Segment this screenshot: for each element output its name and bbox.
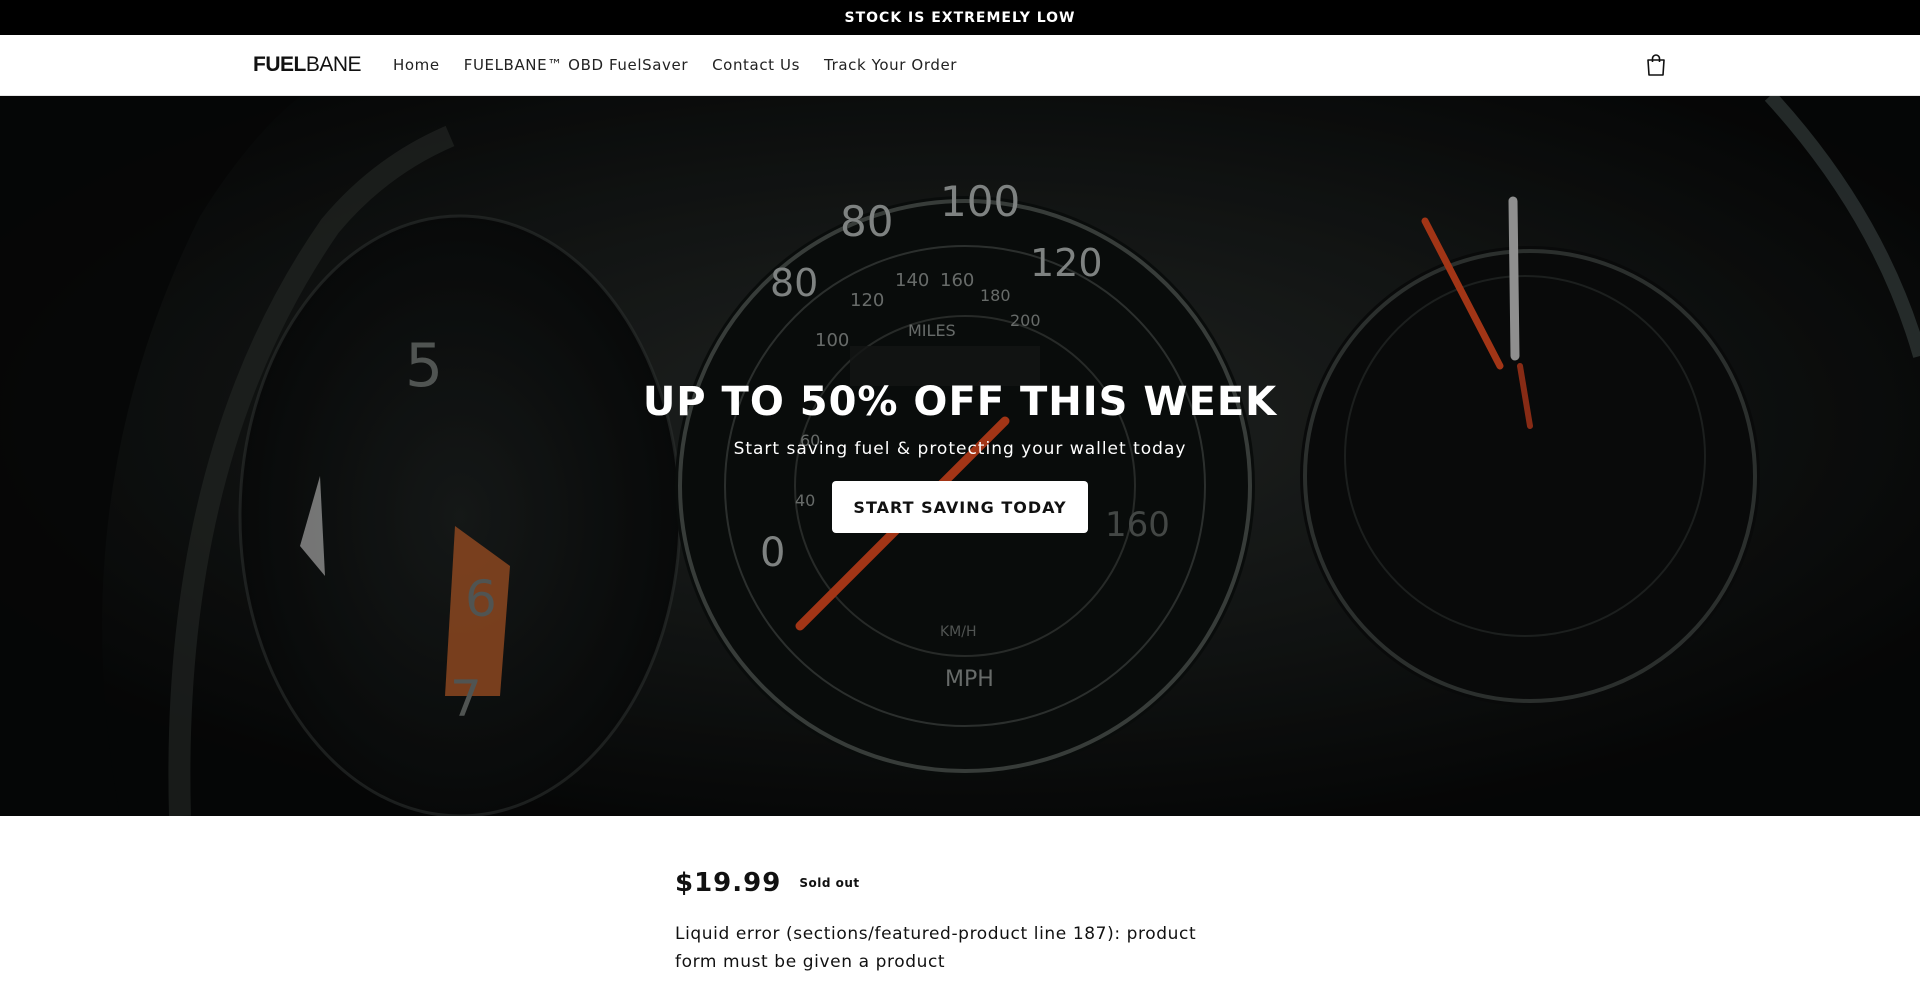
shopping-bag-icon (1647, 54, 1665, 76)
nav-home[interactable]: Home (393, 56, 440, 74)
sold-out-badge: Sold out (799, 876, 860, 890)
featured-product: $19.99 Sold out Liquid error (sections/f… (675, 868, 1275, 976)
liquid-error-message: Liquid error (sections/featured-product … (675, 924, 1197, 972)
hero-title: UP TO 50% OFF THIS WEEK (642, 379, 1278, 425)
price-row: $19.99 Sold out (675, 868, 1275, 898)
hero-content: UP TO 50% OFF THIS WEEK Start saving fue… (0, 96, 1920, 816)
nav-contact-us[interactable]: Contact Us (712, 56, 800, 74)
product-price: $19.99 (675, 868, 782, 898)
logo-light: BANE (305, 53, 362, 76)
start-saving-button[interactable]: START SAVING TODAY (832, 481, 1088, 533)
announcement-bar: STOCK IS EXTREMELY LOW (0, 0, 1920, 35)
site-header: FUEL BANE Home FUELBANE™ OBD FuelSaver C… (0, 35, 1920, 96)
nav-track-order[interactable]: Track Your Order (824, 56, 957, 74)
announcement-text: STOCK IS EXTREMELY LOW (844, 9, 1076, 26)
nav-obd-fuelsaver[interactable]: FUELBANE™ OBD FuelSaver (464, 56, 688, 74)
header-inner: FUEL BANE Home FUELBANE™ OBD FuelSaver C… (253, 35, 1667, 95)
main-nav: Home FUELBANE™ OBD FuelSaver Contact Us … (393, 56, 957, 74)
cart-button[interactable] (1645, 54, 1667, 76)
logo-strong: FUEL (253, 53, 306, 76)
hero-banner: 5 6 7 80 100 120 120 140 160 180 200 MIL… (0, 96, 1920, 816)
hero-subtitle: Start saving fuel & protecting your wall… (733, 439, 1187, 459)
logo[interactable]: FUEL BANE (253, 53, 362, 77)
